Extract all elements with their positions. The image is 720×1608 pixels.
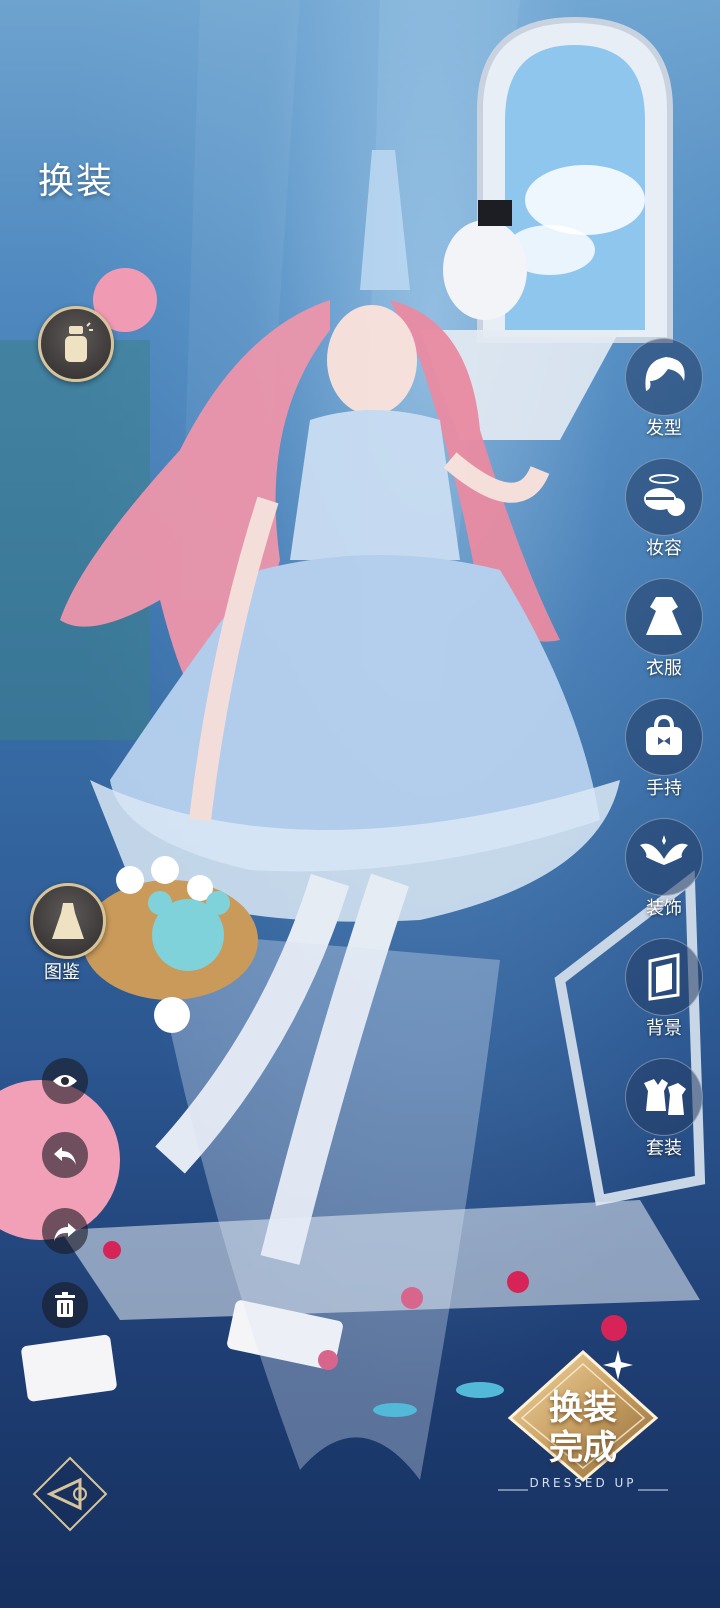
perfume-button[interactable] — [38, 306, 114, 382]
menu-label-accessory: 装饰 — [646, 898, 682, 919]
suit-icon — [644, 1079, 686, 1115]
redo-icon — [54, 1223, 76, 1241]
dressed-up-button[interactable]: 换装 完成 DRESSED UP — [498, 1348, 668, 1508]
character-veil — [150, 930, 500, 1480]
menu-item-suit[interactable]: 套装 — [624, 1058, 704, 1168]
gem — [507, 1271, 529, 1293]
undo-button[interactable] — [42, 1132, 88, 1178]
catalog-button[interactable] — [30, 883, 106, 959]
dress-catalog-icon — [52, 903, 84, 939]
menu-label-suit: 套装 — [646, 1138, 682, 1159]
menu-item-background[interactable]: 背景 — [624, 938, 704, 1048]
daisy — [116, 866, 144, 894]
catalog-label: 图鉴 — [44, 962, 80, 983]
makeup-icon — [644, 474, 685, 516]
perfume-icon — [65, 322, 93, 362]
rabbit — [443, 220, 527, 320]
dress-icon — [646, 597, 682, 635]
trash-icon — [55, 1292, 75, 1317]
wings-icon — [640, 835, 688, 865]
fish — [373, 1403, 417, 1417]
menu-label-handheld: 手持 — [646, 778, 682, 799]
game-scene: 换装 图鉴 发型 妆容 衣服 手持 装饰 背景 套装 换装 完成 DRESSED… — [0, 0, 720, 1608]
menu-item-handheld[interactable]: 手持 — [624, 698, 704, 808]
rabbit-hat — [478, 200, 512, 226]
daisy — [151, 856, 179, 884]
menu-item-makeup[interactable]: 妆容 — [624, 458, 704, 568]
fish — [456, 1382, 504, 1398]
handbag-icon — [646, 714, 682, 755]
gem — [103, 1241, 121, 1259]
menu-item-clothes[interactable]: 衣服 — [624, 578, 704, 688]
menu-item-hair[interactable]: 发型 — [624, 338, 704, 448]
back-button[interactable] — [28, 1452, 112, 1536]
hair-icon — [645, 357, 685, 391]
menu-item-accessory[interactable]: 装饰 — [624, 818, 704, 928]
character-bodice — [290, 410, 460, 560]
background-icon — [648, 953, 680, 1001]
menu-label-clothes: 衣服 — [646, 658, 682, 679]
visibility-toggle[interactable] — [42, 1058, 88, 1104]
done-subtitle: DRESSED UP — [529, 1476, 637, 1490]
character-face — [327, 305, 417, 415]
back-arrow-icon — [32, 1456, 108, 1532]
menu-label-background: 背景 — [646, 1018, 682, 1039]
playing-card — [21, 1334, 117, 1402]
menu-label-makeup: 妆容 — [646, 538, 682, 559]
eye-icon — [53, 1075, 77, 1087]
redo-button[interactable] — [42, 1208, 88, 1254]
delete-button[interactable] — [42, 1282, 88, 1328]
menu-label-hair: 发型 — [646, 418, 682, 439]
page-title: 换装 — [38, 161, 115, 202]
undo-icon — [54, 1147, 76, 1165]
daisy — [154, 997, 190, 1033]
gem — [601, 1315, 627, 1341]
teddy-bear-ear — [206, 891, 230, 915]
cloud — [525, 165, 645, 235]
done-label-line2: 完成 — [549, 1428, 617, 1468]
teddy-bear-ear — [148, 891, 172, 915]
